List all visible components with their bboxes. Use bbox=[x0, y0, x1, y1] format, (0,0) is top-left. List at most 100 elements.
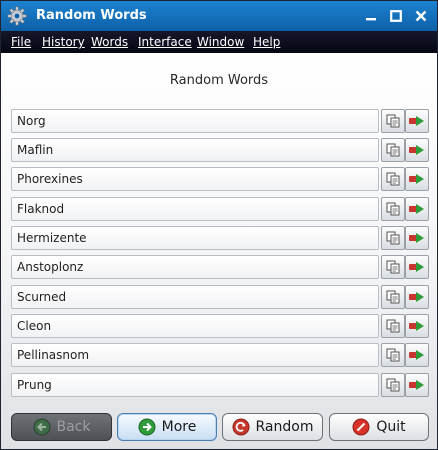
copy-button[interactable] bbox=[381, 167, 405, 191]
random-label: Random bbox=[255, 419, 314, 435]
word-text: Anstoplonz bbox=[17, 260, 84, 274]
send-button[interactable] bbox=[405, 226, 429, 250]
send-icon bbox=[409, 233, 424, 243]
quit-button[interactable]: Quit bbox=[329, 413, 429, 441]
menu-window[interactable]: Window bbox=[197, 35, 244, 49]
word-field[interactable]: Norg bbox=[11, 109, 379, 133]
word-row: Flaknod bbox=[11, 197, 429, 221]
word-row: Scurned bbox=[11, 285, 429, 309]
app-window: Random Words File History Words Interfac… bbox=[0, 0, 438, 450]
close-button[interactable] bbox=[411, 7, 431, 25]
copy-button[interactable] bbox=[381, 343, 405, 367]
copy-icon bbox=[386, 348, 400, 362]
menu-words[interactable]: Words bbox=[91, 35, 128, 49]
word-text: Scurned bbox=[17, 290, 67, 304]
send-button[interactable] bbox=[405, 255, 429, 279]
word-field[interactable]: Pellinasnom bbox=[11, 343, 379, 367]
send-button[interactable] bbox=[405, 197, 429, 221]
word-row: Hermizente bbox=[11, 226, 429, 250]
close-icon bbox=[415, 10, 427, 22]
word-field[interactable]: Cleon bbox=[11, 314, 379, 338]
send-button[interactable] bbox=[405, 109, 429, 133]
send-button[interactable] bbox=[405, 285, 429, 309]
word-text: Flaknod bbox=[17, 202, 65, 216]
menu-history[interactable]: History bbox=[42, 35, 85, 49]
send-icon bbox=[409, 116, 424, 126]
word-field[interactable]: Flaknod bbox=[11, 197, 379, 221]
word-text: Phorexines bbox=[17, 172, 83, 186]
send-button[interactable] bbox=[405, 373, 429, 397]
no-entry-icon bbox=[352, 418, 370, 436]
maximize-icon bbox=[390, 10, 402, 22]
send-icon bbox=[409, 350, 424, 360]
random-button[interactable]: Random bbox=[222, 413, 323, 441]
word-field[interactable]: Prung bbox=[11, 373, 379, 397]
title-bar[interactable]: Random Words bbox=[1, 1, 437, 31]
minimize-icon bbox=[366, 18, 376, 21]
copy-icon bbox=[386, 319, 400, 333]
gear-icon[interactable] bbox=[7, 6, 27, 26]
send-button[interactable] bbox=[405, 314, 429, 338]
send-icon bbox=[409, 292, 424, 302]
word-field[interactable]: Scurned bbox=[11, 285, 379, 309]
copy-button[interactable] bbox=[381, 314, 405, 338]
send-button[interactable] bbox=[405, 343, 429, 367]
send-icon bbox=[409, 145, 424, 155]
refresh-icon bbox=[232, 418, 250, 436]
copy-button[interactable] bbox=[381, 255, 405, 279]
copy-icon bbox=[386, 143, 400, 157]
more-button[interactable]: More bbox=[117, 413, 217, 441]
send-button[interactable] bbox=[405, 167, 429, 191]
word-text: Norg bbox=[17, 114, 46, 128]
word-text: Prung bbox=[17, 378, 52, 392]
word-text: Maflin bbox=[17, 143, 54, 157]
send-icon bbox=[409, 321, 424, 331]
copy-button[interactable] bbox=[381, 285, 405, 309]
copy-icon bbox=[386, 231, 400, 245]
menu-help[interactable]: Help bbox=[253, 35, 280, 49]
arrow-left-icon bbox=[33, 418, 50, 436]
word-field[interactable]: Maflin bbox=[11, 138, 379, 162]
send-icon bbox=[409, 204, 424, 214]
word-row: Phorexines bbox=[11, 167, 429, 191]
page-title: Random Words bbox=[169, 73, 269, 88]
copy-button[interactable] bbox=[381, 138, 405, 162]
send-icon bbox=[409, 174, 424, 184]
arrow-right-icon bbox=[138, 418, 156, 436]
word-row: Prung bbox=[11, 373, 429, 397]
word-field[interactable]: Phorexines bbox=[11, 167, 379, 191]
word-row: Norg bbox=[11, 109, 429, 133]
word-row: Anstoplonz bbox=[11, 255, 429, 279]
copy-icon bbox=[386, 260, 400, 274]
word-text: Pellinasnom bbox=[17, 348, 90, 362]
copy-button[interactable] bbox=[381, 226, 405, 250]
word-row: Maflin bbox=[11, 138, 429, 162]
copy-button[interactable] bbox=[381, 197, 405, 221]
word-row: Pellinasnom bbox=[11, 343, 429, 367]
copy-icon bbox=[386, 202, 400, 216]
copy-icon bbox=[386, 114, 400, 128]
send-button[interactable] bbox=[405, 138, 429, 162]
word-row: Cleon bbox=[11, 314, 429, 338]
maximize-button[interactable] bbox=[386, 7, 406, 25]
main-panel: Random Words Norg Maflin Phorexines Flak… bbox=[1, 53, 437, 449]
copy-button[interactable] bbox=[381, 373, 405, 397]
quit-label: Quit bbox=[376, 419, 406, 435]
word-field[interactable]: Hermizente bbox=[11, 226, 379, 250]
more-label: More bbox=[161, 419, 197, 435]
copy-icon bbox=[386, 290, 400, 304]
copy-icon bbox=[386, 172, 400, 186]
copy-icon bbox=[386, 378, 400, 392]
minimize-button[interactable] bbox=[361, 7, 381, 25]
send-icon bbox=[409, 380, 424, 390]
copy-button[interactable] bbox=[381, 109, 405, 133]
back-label: Back bbox=[56, 419, 91, 435]
word-text: Hermizente bbox=[17, 231, 87, 245]
menu-interface[interactable]: Interface bbox=[138, 35, 192, 49]
window-title: Random Words bbox=[36, 8, 147, 23]
word-field[interactable]: Anstoplonz bbox=[11, 255, 379, 279]
back-button[interactable]: Back bbox=[11, 413, 112, 441]
word-text: Cleon bbox=[17, 319, 52, 333]
menu-file[interactable]: File bbox=[11, 35, 31, 49]
send-icon bbox=[409, 262, 424, 272]
